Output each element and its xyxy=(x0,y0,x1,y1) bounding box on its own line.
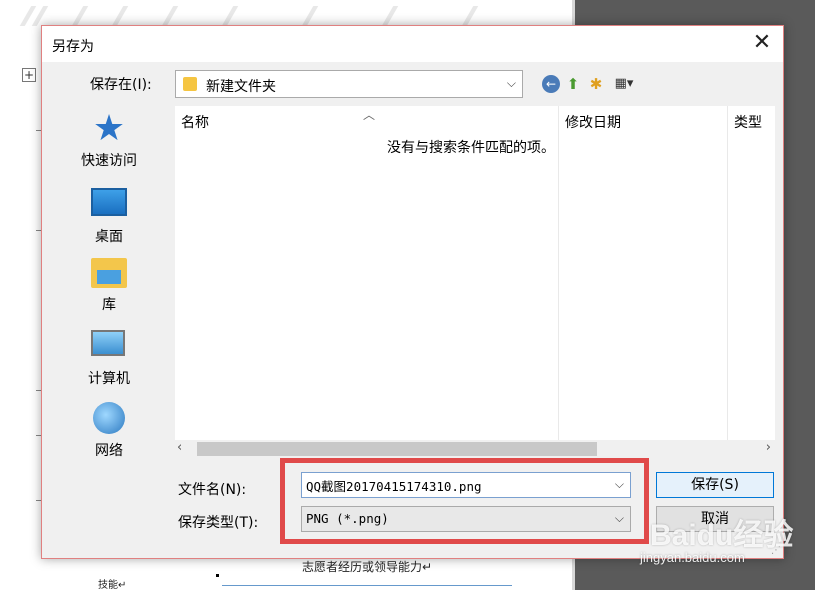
place-label: 计算机 xyxy=(88,371,130,387)
place-label: 网络 xyxy=(95,443,123,459)
save-button[interactable]: 保存(S) xyxy=(656,472,774,498)
place-label: 库 xyxy=(102,297,116,313)
bullet-icon xyxy=(216,574,219,577)
document-text: 志愿者经历或领导能力↵ xyxy=(302,560,433,574)
document-text: 技能↵ xyxy=(98,580,127,590)
document-underline xyxy=(222,585,512,586)
column-header-date[interactable]: 修改日期 xyxy=(565,112,621,132)
place-label: 快速访问 xyxy=(81,153,137,169)
horizontal-scrollbar[interactable]: ‹ › xyxy=(175,440,775,458)
column-header-name[interactable]: 名称 xyxy=(181,112,209,132)
places-bar: ★ 快速访问 桌面 库 计算机 网络 xyxy=(54,106,174,466)
save-as-dialog: 另存为 ✕ 保存在(I): 新建文件夹 ⌵ ← ⬆ ✱ ▦▾ ★ 快速访问 桌面… xyxy=(41,25,784,559)
place-desktop[interactable]: 桌面 xyxy=(54,184,164,246)
dialog-titlebar[interactable]: 另存为 ✕ xyxy=(42,26,783,62)
computer-icon xyxy=(91,330,125,356)
resize-grip-icon[interactable]: ⋰ xyxy=(771,545,781,556)
highlight-box xyxy=(280,458,649,544)
place-label: 桌面 xyxy=(95,229,123,245)
save-in-label: 保存在(I): xyxy=(90,77,152,93)
network-icon xyxy=(93,402,125,434)
dialog-title: 另存为 xyxy=(52,39,94,55)
view-menu-icon[interactable]: ▦▾ xyxy=(609,74,639,94)
chevron-down-icon[interactable]: ⌵ xyxy=(507,76,516,91)
new-folder-icon[interactable]: ✱ xyxy=(586,74,606,94)
library-icon xyxy=(91,258,127,288)
table-move-handle-icon[interactable]: + xyxy=(22,68,36,82)
file-name-label: 文件名(N): xyxy=(178,482,247,498)
place-library[interactable]: 库 xyxy=(54,256,164,314)
cancel-button[interactable]: 取消 xyxy=(656,506,774,532)
column-header-type[interactable]: 类型 xyxy=(734,112,762,132)
up-folder-icon[interactable]: ⬆ xyxy=(563,74,583,94)
place-quick-access[interactable]: ★ 快速访问 xyxy=(54,108,164,170)
back-icon[interactable]: ← xyxy=(542,75,560,93)
empty-message: 没有与搜索条件匹配的项。 xyxy=(387,140,555,156)
file-list[interactable]: ︿ 名称 修改日期 类型 没有与搜索条件匹配的项。 xyxy=(175,106,775,458)
desktop-icon xyxy=(91,188,127,216)
save-in-dropdown[interactable]: 新建文件夹 ⌵ xyxy=(175,70,523,98)
chevron-right-icon[interactable]: › xyxy=(766,440,771,455)
file-type-label: 保存类型(T): xyxy=(178,515,259,531)
nav-toolbar: ← ⬆ ✱ ▦▾ xyxy=(542,74,639,94)
sort-arrow-icon: ︿ xyxy=(363,108,376,122)
column-divider[interactable] xyxy=(727,106,728,458)
place-computer[interactable]: 计算机 xyxy=(54,328,164,388)
close-button[interactable]: ✕ xyxy=(749,32,775,56)
column-divider[interactable] xyxy=(558,106,559,458)
place-network[interactable]: 网络 xyxy=(54,402,164,460)
folder-icon xyxy=(183,77,197,91)
scrollbar-thumb[interactable] xyxy=(197,442,597,456)
background-decoration xyxy=(0,0,560,26)
chevron-left-icon[interactable]: ‹ xyxy=(177,440,182,455)
star-icon: ★ xyxy=(92,108,126,149)
save-in-value: 新建文件夹 xyxy=(206,79,276,95)
